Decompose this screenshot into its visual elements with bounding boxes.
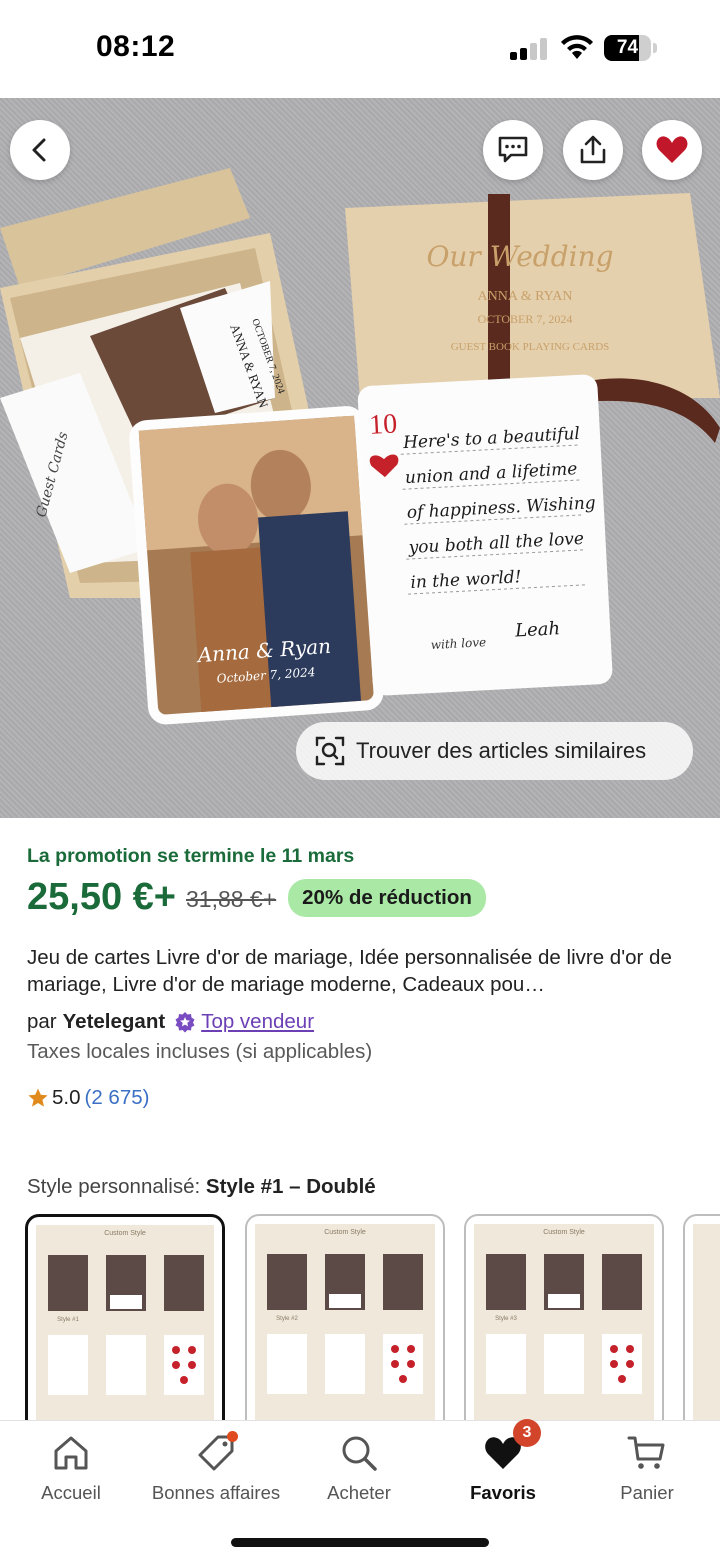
cart-icon — [627, 1436, 665, 1469]
notification-dot — [227, 1431, 238, 1442]
favorite-button[interactable] — [642, 120, 702, 180]
search-icon — [342, 1436, 377, 1471]
rating-row[interactable]: 5.0 (2 675) — [27, 1086, 149, 1110]
nav-deals-label: Bonnes affaires — [151, 1482, 281, 1503]
nav-deals[interactable]: Bonnes affaires — [146, 1431, 286, 1504]
status-bar: 08:12 74 — [0, 0, 720, 98]
back-button[interactable] — [10, 120, 70, 180]
price-row: 25,50 €+ 31,88 €+ 20% de réduction — [27, 876, 486, 919]
battery-icon: 74 — [604, 35, 657, 61]
box-date: OCTOBER 7, 2024 — [478, 312, 573, 326]
battery-level: 74 — [616, 37, 639, 58]
review-count[interactable]: (2 675) — [85, 1086, 150, 1110]
signal-icon — [510, 38, 548, 60]
thumb-label: Style #2 — [276, 1316, 298, 1322]
style-thumb-1[interactable]: Custom Style Style #1 — [25, 1214, 225, 1422]
price: 25,50 €+ — [27, 876, 176, 918]
favorites-badge: 3 — [513, 1419, 541, 1447]
box-title: Our Wedding — [426, 240, 613, 273]
thumb-header: Custom Style — [324, 1229, 366, 1236]
style-preview: Style #3 — [486, 1254, 642, 1394]
nav-shop-label: Acheter — [327, 1482, 391, 1503]
share-icon — [580, 135, 606, 164]
home-icon — [54, 1436, 88, 1470]
product-title[interactable]: Jeu de cartes Livre d'or de mariage, Idé… — [27, 944, 697, 998]
nav-home-label: Accueil — [41, 1482, 101, 1503]
thumb-label: Style #1 — [57, 1317, 79, 1323]
style-label: Style personnalisé: — [27, 1175, 201, 1198]
card-rank: 10 — [368, 408, 398, 440]
style-thumb-4[interactable] — [683, 1214, 720, 1422]
handwritten-signature: Leah — [514, 618, 561, 641]
seller-name[interactable]: Yetelegant — [63, 1010, 166, 1034]
photo-card: Anna & Ryan October 7, 2024 — [129, 406, 384, 725]
playing-card: 10 Here's to a beautifulunion and a life… — [357, 374, 613, 696]
style-value: Style #1 – Doublé — [205, 1175, 376, 1198]
tax-note: Taxes locales incluses (si applicables) — [27, 1040, 373, 1063]
nav-shop[interactable]: Acheter — [289, 1433, 429, 1504]
home-indicator — [231, 1538, 489, 1547]
find-similar-button[interactable]: Trouver des articles similaires — [296, 722, 693, 780]
nav-favorites-label: Favoris — [470, 1482, 536, 1503]
promo-text: La promotion se termine le 11 mars — [27, 845, 355, 867]
style-thumbnails: Custom Style Style #1 Custom Style Style… — [0, 1212, 720, 1422]
nav-home[interactable]: Accueil — [1, 1433, 141, 1504]
style-preview: Style #2 — [267, 1254, 423, 1394]
style-label-row: Style personnalisé: Style #1 – Doublé — [27, 1175, 376, 1199]
discount-badge: 20% de réduction — [288, 878, 486, 917]
share-button[interactable] — [563, 120, 623, 180]
old-price: 31,88 €+ — [185, 886, 277, 912]
thumb-label: Style #3 — [495, 1316, 517, 1322]
nav-cart-label: Panier — [620, 1482, 674, 1503]
chevron-left-icon — [32, 138, 46, 162]
visual-search-icon — [315, 736, 345, 766]
nav-cart[interactable]: Panier — [577, 1433, 717, 1504]
star-seller-badge-icon — [175, 1012, 195, 1033]
message-icon — [498, 136, 528, 163]
heart-icon — [656, 136, 688, 163]
style-thumb-3[interactable]: Custom Style Style #3 — [464, 1214, 664, 1422]
box-names: ANNA & RYAN — [478, 289, 573, 304]
wifi-icon — [561, 35, 593, 59]
style-preview: Style #1 — [48, 1255, 204, 1395]
star-icon — [28, 1088, 48, 1107]
product-image[interactable]: ANNA & RYAN OCTOBER 7, 2024 Guest Cards … — [0, 98, 720, 818]
top-seller-link[interactable]: Top vendeur — [201, 1010, 314, 1034]
box-subtitle: GUEST BOOK PLAYING CARDS — [451, 341, 610, 353]
thumb-header: Custom Style — [104, 1230, 146, 1237]
product-photo: ANNA & RYAN OCTOBER 7, 2024 Guest Cards … — [0, 168, 720, 725]
status-time: 08:12 — [96, 30, 176, 63]
thumb-header: Custom Style — [543, 1229, 585, 1236]
nav-favorites[interactable]: 3 Favoris — [433, 1419, 573, 1504]
style-thumb-2[interactable]: Custom Style Style #2 — [245, 1214, 445, 1422]
rating-score: 5.0 — [52, 1086, 81, 1109]
message-seller-button[interactable] — [483, 120, 543, 180]
find-similar-label: Trouver des articles similaires — [356, 738, 647, 763]
seller-row: par Yetelegant Top vendeur — [27, 1010, 314, 1034]
handwritten-signoff: with love — [430, 635, 486, 652]
seller-prefix: par — [27, 1010, 57, 1033]
